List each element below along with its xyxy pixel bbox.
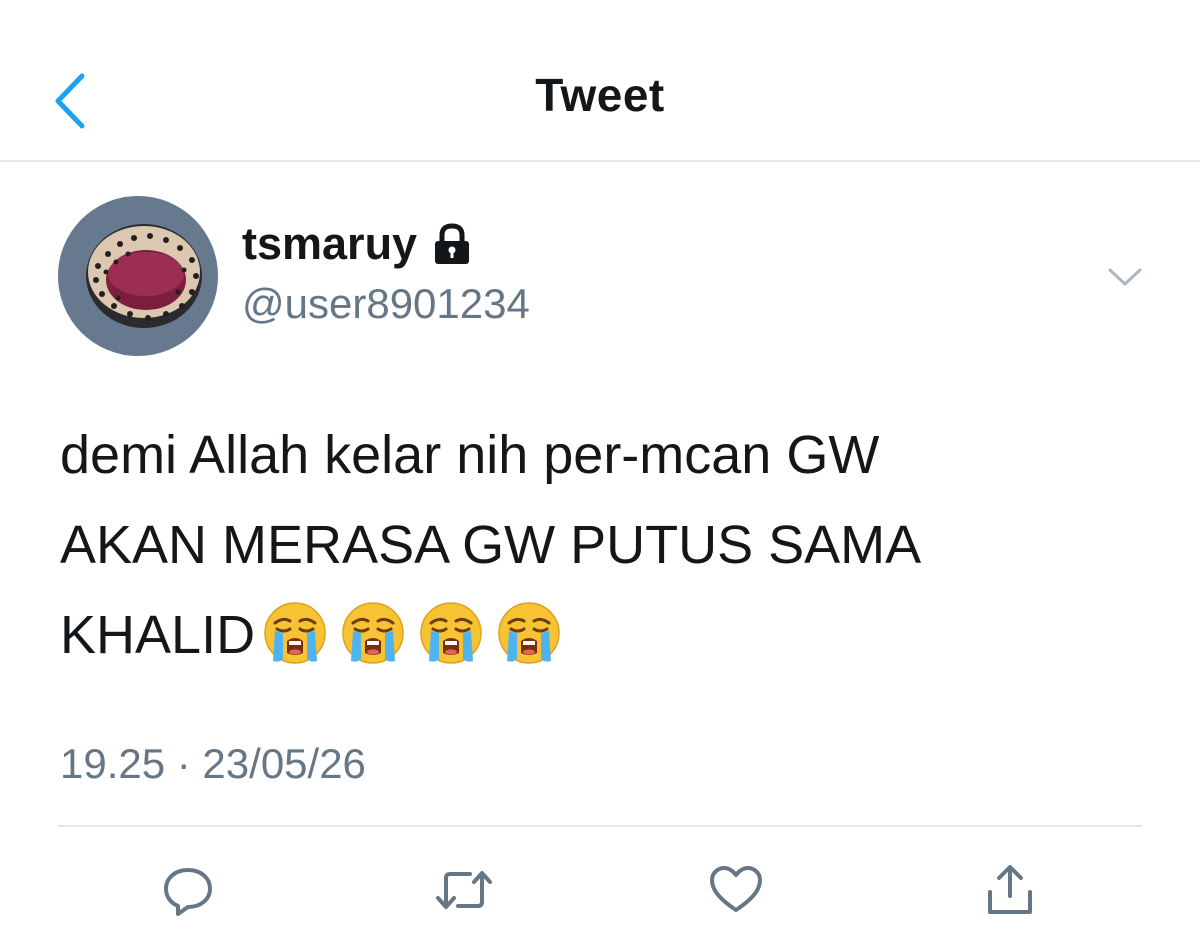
loudly-crying-face-emoji — [263, 601, 327, 665]
tweet-menu-button[interactable] — [1104, 262, 1146, 292]
retweet-button[interactable] — [434, 862, 492, 918]
display-name-text: tsmaruy — [242, 218, 418, 269]
avatar[interactable] — [58, 196, 218, 356]
page-title: Tweet — [535, 69, 665, 121]
tweet-body: demi Allah kelar nih per-mcan GW AKAN ME… — [60, 425, 922, 665]
loudly-crying-face-emoji — [341, 601, 405, 665]
tweet-text: demi Allah kelar nih per-mcan GW AKAN ME… — [60, 410, 1150, 680]
share-button[interactable] — [982, 862, 1038, 918]
chevron-down-icon — [1108, 268, 1142, 286]
lock-icon — [431, 222, 473, 266]
loudly-crying-face-emoji — [497, 601, 561, 665]
like-button[interactable] — [708, 862, 764, 918]
avatar-image — [58, 196, 218, 356]
reply-icon — [164, 868, 212, 916]
top-bar: Tweet — [0, 0, 1200, 162]
share-icon — [988, 865, 1032, 914]
tweet-timestamp[interactable]: 19.25 · 23/05/26 — [60, 740, 366, 788]
retweet-icon — [436, 871, 492, 909]
loudly-crying-face-emoji — [419, 601, 483, 665]
author-handle[interactable]: @user8901234 — [242, 280, 530, 328]
divider — [58, 825, 1142, 827]
heart-icon — [710, 866, 762, 912]
author-display-name[interactable]: tsmaruy — [242, 218, 473, 270]
reply-button[interactable] — [160, 862, 216, 918]
